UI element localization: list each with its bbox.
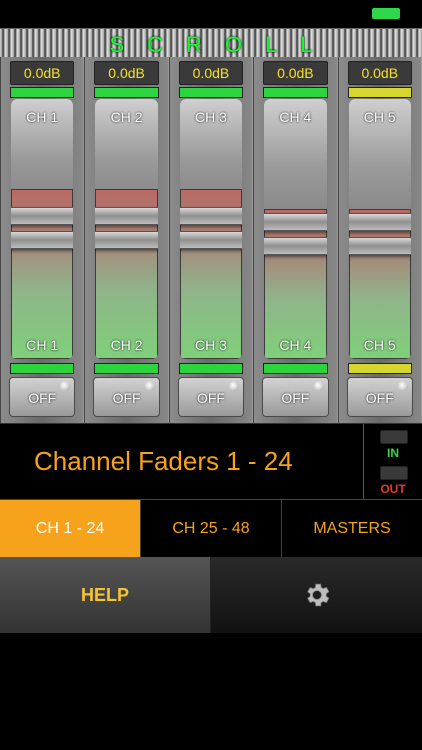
level-meter-bottom	[10, 363, 75, 374]
channel-strips: 0.0dB CH 1 CH 1 OFF 0.0dB CH 2 CH 2 OFF …	[0, 57, 422, 423]
off-label: OFF	[28, 390, 57, 406]
level-meter-bottom	[94, 363, 159, 374]
level-meter-bottom	[178, 363, 244, 374]
tab-bar: CH 1 - 24 CH 25 - 48 MASTERS	[0, 499, 422, 559]
fader-cap[interactable]	[348, 237, 411, 255]
level-meter-top	[178, 87, 244, 98]
fader-cap[interactable]	[179, 231, 243, 249]
fader-cap[interactable]	[95, 231, 158, 249]
fader-cap[interactable]	[11, 207, 74, 225]
off-led-icon	[313, 381, 324, 391]
off-led-icon	[397, 381, 408, 391]
out-led-icon	[380, 466, 408, 480]
off-label: OFF	[365, 390, 394, 406]
gear-icon	[306, 583, 329, 607]
level-meter-top	[263, 87, 328, 98]
channel-name-bottom: CH 1	[26, 337, 59, 353]
fader-track[interactable]: CH 5 CH 5	[348, 99, 411, 359]
level-meter-bottom	[263, 363, 328, 374]
off-button[interactable]: OFF	[346, 377, 413, 417]
channel-strip: 0.0dB CH 4 CH 4 OFF	[253, 57, 338, 423]
channel-name-bottom: CH 3	[195, 337, 227, 353]
level-meter-bottom	[347, 363, 412, 374]
off-label: OFF	[112, 390, 141, 406]
off-button[interactable]: OFF	[9, 377, 76, 417]
off-led-icon	[229, 381, 240, 391]
fader-cap[interactable]	[264, 237, 327, 255]
fader-cap[interactable]	[95, 207, 158, 225]
fader-cap[interactable]	[179, 207, 243, 225]
db-display: 0.0dB	[94, 61, 159, 85]
channel-name-bottom: CH 4	[279, 337, 312, 353]
off-button[interactable]: OFF	[93, 377, 160, 417]
tab-ch-25-48[interactable]: CH 25 - 48	[140, 500, 281, 558]
channel-name-top: CH 3	[195, 109, 227, 125]
fader-track[interactable]: CH 2 CH 2	[95, 99, 158, 359]
fader-track[interactable]: CH 4 CH 4	[264, 99, 327, 359]
db-display: 0.0dB	[347, 61, 412, 85]
scroll-bar[interactable]: SCROLL	[0, 28, 422, 58]
off-led-icon	[144, 381, 155, 391]
channel-strip: 0.0dB CH 2 CH 2 OFF	[84, 57, 169, 423]
settings-button[interactable]	[211, 557, 422, 633]
off-label: OFF	[281, 390, 310, 406]
channel-strip: 0.0dB CH 5 CH 5 OFF	[337, 57, 422, 423]
fader-cap[interactable]	[264, 213, 327, 231]
battery-icon	[372, 8, 400, 19]
db-display: 0.0dB	[263, 61, 328, 85]
off-led-icon	[60, 381, 71, 391]
level-meter-top	[347, 87, 412, 98]
in-led-icon	[380, 430, 408, 444]
level-meter-top	[10, 87, 75, 98]
db-display: 0.0dB	[178, 61, 244, 85]
off-button[interactable]: OFF	[177, 377, 245, 417]
help-button[interactable]: HELP	[0, 557, 211, 633]
fader-cap[interactable]	[348, 213, 411, 231]
off-label: OFF	[196, 390, 225, 406]
fader-track[interactable]: CH 1 CH 1	[11, 99, 74, 359]
channel-name-bottom: CH 5	[363, 337, 396, 353]
io-indicator: IN OUT	[363, 424, 422, 500]
tab-ch-1-24[interactable]: CH 1 - 24	[0, 500, 140, 558]
fader-track[interactable]: CH 3 CH 3	[179, 99, 243, 359]
channel-strip: 0.0dB CH 3 CH 3 OFF	[168, 57, 254, 423]
channel-name-top: CH 2	[110, 109, 143, 125]
channel-name-top: CH 1	[26, 109, 59, 125]
page-title: Channel Faders 1 - 24	[34, 446, 293, 476]
level-meter-top	[94, 87, 159, 98]
db-display: 0.0dB	[10, 61, 75, 85]
out-label: OUT	[380, 482, 406, 496]
header: Channel Faders 1 - 24 IN OUT	[0, 423, 422, 500]
off-button[interactable]: OFF	[262, 377, 329, 417]
channel-strip: 0.0dB CH 1 CH 1 OFF	[0, 57, 85, 423]
in-label: IN	[387, 446, 399, 460]
channel-name-bottom: CH 2	[110, 337, 143, 353]
tab-masters[interactable]: MASTERS	[281, 500, 422, 558]
footer: HELP	[0, 557, 422, 633]
channel-name-top: CH 5	[363, 109, 396, 125]
channel-name-top: CH 4	[279, 109, 312, 125]
scroll-label: SCROLL	[109, 32, 336, 57]
fader-cap[interactable]	[11, 231, 74, 249]
